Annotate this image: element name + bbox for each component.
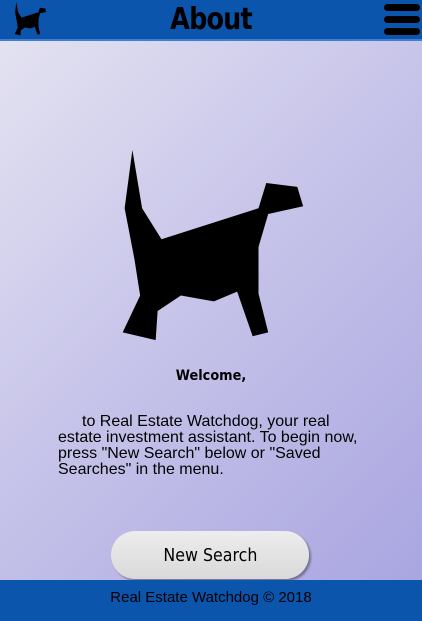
intro-text: to Real Estate Watchdog, your real estat… [58,413,358,478]
new-search-label: New Search [162,544,257,566]
new-search-button[interactable]: New Search [111,531,309,579]
footer: Real Estate Watchdog © 2018 [0,580,422,621]
welcome-heading: Welcome, [175,368,247,384]
copyright-text: Real Estate Watchdog © 2018 [110,589,312,606]
dog-silhouette-icon [122,150,304,341]
hamburger-menu-icon[interactable] [384,2,420,36]
top-bar: About [0,0,422,41]
page-title: About [170,2,252,37]
